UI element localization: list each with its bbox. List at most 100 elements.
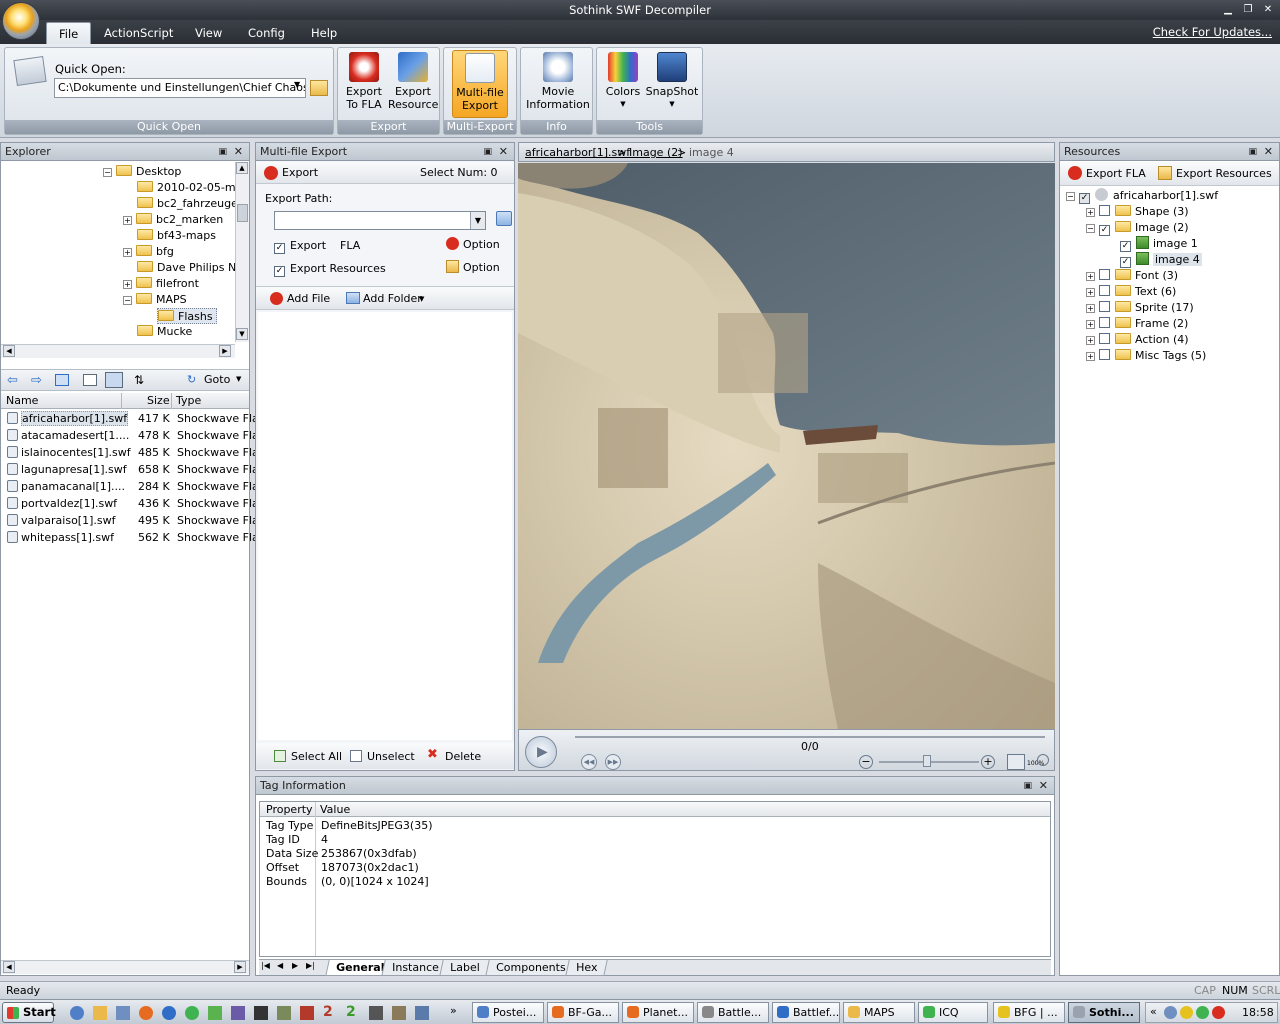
tray-icon[interactable]: [1180, 1006, 1193, 1019]
pin-icon[interactable]: ▣: [1023, 777, 1032, 795]
zoom-out-icon[interactable]: −: [859, 755, 873, 769]
list-item[interactable]: valparaiso[1].swf 495 K Shockwave Flas: [1, 512, 264, 529]
tray-icon[interactable]: [1164, 1006, 1177, 1019]
browse-folder-icon[interactable]: [496, 211, 512, 226]
add-file-button[interactable]: Add File: [287, 292, 330, 305]
resources-option-button[interactable]: Option: [446, 260, 500, 274]
column-name[interactable]: Name: [6, 393, 38, 409]
list-view-icon[interactable]: [83, 374, 97, 386]
tree-item-image[interactable]: − ✓ Image (2): [1086, 220, 1189, 236]
close-icon[interactable]: ✕: [234, 143, 243, 161]
quick-launch-icon[interactable]: [415, 1006, 429, 1020]
tree-item-root[interactable]: − ✓ africaharbor[1].swf: [1066, 188, 1218, 204]
multi-file-export-button[interactable]: Multi-file Export: [452, 50, 508, 118]
tree-item[interactable]: + bfg: [123, 244, 174, 260]
taskbar-item[interactable]: Postei...: [472, 1002, 544, 1023]
tree-item-sprite[interactable]: + Sprite (17): [1086, 300, 1194, 316]
taskbar-item-active[interactable]: Sothi...: [1068, 1002, 1140, 1023]
close-icon[interactable]: ✕: [1260, 3, 1276, 16]
quick-open-path-input[interactable]: C:\Dokumente und Einstellungen\Chief Cha…: [54, 78, 306, 98]
back-icon[interactable]: ⇦: [7, 373, 18, 388]
export-file-list[interactable]: [258, 312, 512, 740]
quick-launch-icon[interactable]: [392, 1006, 406, 1020]
snapshot-button[interactable]: SnapShot ▼: [645, 52, 699, 111]
export-fla-button[interactable]: Export FLA: [1086, 167, 1146, 180]
quick-launch-icon[interactable]: [139, 1006, 153, 1020]
tree-item-font[interactable]: + Font (3): [1086, 268, 1178, 284]
pin-icon[interactable]: ▣: [483, 143, 492, 161]
tree-hscrollbar[interactable]: ◀ ▶: [1, 344, 235, 358]
menu-config[interactable]: Config: [248, 26, 285, 40]
scroll-right-icon[interactable]: ▶: [219, 345, 231, 357]
scroll-down-icon[interactable]: ▼: [236, 328, 248, 340]
scroll-up-icon[interactable]: ▲: [236, 162, 248, 174]
tree-item-misc-tags[interactable]: + Misc Tags (5): [1086, 348, 1206, 364]
menu-file[interactable]: File: [46, 22, 92, 44]
menu-help[interactable]: Help: [311, 26, 337, 40]
fit-window-icon[interactable]: [1007, 754, 1025, 770]
zoom-slider-thumb[interactable]: [923, 755, 931, 767]
export-button[interactable]: Export: [282, 166, 318, 179]
export-resources-checkbox[interactable]: ✓ Export Resources: [274, 262, 386, 277]
breadcrumb-image[interactable]: Image (2): [629, 146, 683, 159]
scroll-left-icon[interactable]: ◀: [3, 345, 15, 357]
quick-launch-icon[interactable]: [185, 1006, 199, 1020]
tree-item[interactable]: 2010-02-05-mul: [137, 180, 235, 196]
quick-launch-icon[interactable]: [116, 1006, 130, 1020]
more-icon[interactable]: »: [450, 1004, 457, 1017]
list-hscrollbar[interactable]: ◀ ▶: [1, 960, 249, 974]
tree-item-maps[interactable]: − MAPS: [123, 292, 187, 308]
list-item[interactable]: portvaldez[1].swf 436 K Shockwave Flas: [1, 495, 264, 512]
taskbar-item[interactable]: ICQ: [918, 1002, 988, 1023]
tab-label[interactable]: Label: [439, 960, 491, 976]
goto-button[interactable]: Goto: [204, 373, 230, 386]
export-fla-checkbox[interactable]: ✓ Export FLA: [274, 239, 360, 254]
list-item[interactable]: whitepass[1].swf 562 K Shockwave Flas: [1, 529, 264, 546]
unselect-button[interactable]: Unselect: [367, 750, 415, 763]
tree-item[interactable]: bc2_fahrzeuge: [137, 196, 235, 212]
scroll-thumb[interactable]: [237, 204, 248, 222]
chevron-down-icon[interactable]: ▼: [236, 375, 241, 383]
tab-components[interactable]: Components: [485, 960, 577, 976]
next-frame-icon[interactable]: ▶▶: [605, 754, 621, 770]
taskbar-item[interactable]: Battle...: [697, 1002, 769, 1023]
details-view-icon[interactable]: [105, 372, 123, 388]
column-type[interactable]: Type: [176, 393, 201, 409]
tree-item-frame[interactable]: + Frame (2): [1086, 316, 1188, 332]
sort-icon[interactable]: ⇅: [134, 373, 144, 387]
quick-launch-icon[interactable]: [231, 1006, 245, 1020]
check-updates-link[interactable]: Check For Updates...: [1153, 25, 1272, 39]
tree-item[interactable]: + filefront: [123, 276, 199, 292]
last-tab-icon[interactable]: ▶|: [306, 961, 315, 970]
minimize-icon[interactable]: ▁: [1220, 3, 1236, 16]
taskbar-item[interactable]: MAPS: [843, 1002, 915, 1023]
tree-item-flashs[interactable]: Flashs: [157, 308, 217, 324]
pin-icon[interactable]: ▣: [218, 143, 227, 161]
menu-actionscript[interactable]: ActionScript: [104, 26, 173, 40]
list-item[interactable]: islainocentes[1].swf 485 K Shockwave Flas: [1, 444, 264, 461]
fla-option-button[interactable]: Option: [446, 237, 500, 251]
colors-button[interactable]: Colors ▼: [601, 52, 645, 111]
tree-item-text[interactable]: + Text (6): [1086, 284, 1176, 300]
export-to-fla-button[interactable]: Export To FLA: [342, 52, 386, 111]
chevron-down-icon[interactable]: ▼: [470, 212, 485, 229]
export-path-input[interactable]: ▼: [274, 211, 486, 230]
app-orb-button[interactable]: [2, 2, 40, 40]
quick-launch-icon[interactable]: [300, 1006, 314, 1020]
quick-launch-icon[interactable]: [208, 1006, 222, 1020]
quick-launch-icon[interactable]: [369, 1006, 383, 1020]
tab-hex[interactable]: Hex: [565, 960, 609, 976]
timeline-slider[interactable]: [575, 736, 1045, 738]
taskbar-item[interactable]: Planet...: [622, 1002, 694, 1023]
tree-scrollbar[interactable]: ▲ ▼: [235, 162, 249, 342]
next-tab-icon[interactable]: ▶: [292, 961, 298, 970]
breadcrumb-file[interactable]: africaharbor[1].swf: [525, 146, 630, 159]
tray-icon[interactable]: [1196, 1006, 1209, 1019]
pin-icon[interactable]: ▣: [1248, 143, 1257, 161]
list-item[interactable]: atacamadesert[1.... 478 K Shockwave Flas: [1, 427, 264, 444]
tray-expand-icon[interactable]: «: [1150, 1005, 1157, 1018]
quick-launch-icon[interactable]: [93, 1006, 107, 1020]
tree-item-image-1[interactable]: ✓ image 1: [1120, 236, 1198, 252]
taskbar-item[interactable]: BF-Ga...: [547, 1002, 619, 1023]
list-item[interactable]: africaharbor[1].swf 417 K Shockwave Flas: [1, 410, 264, 427]
